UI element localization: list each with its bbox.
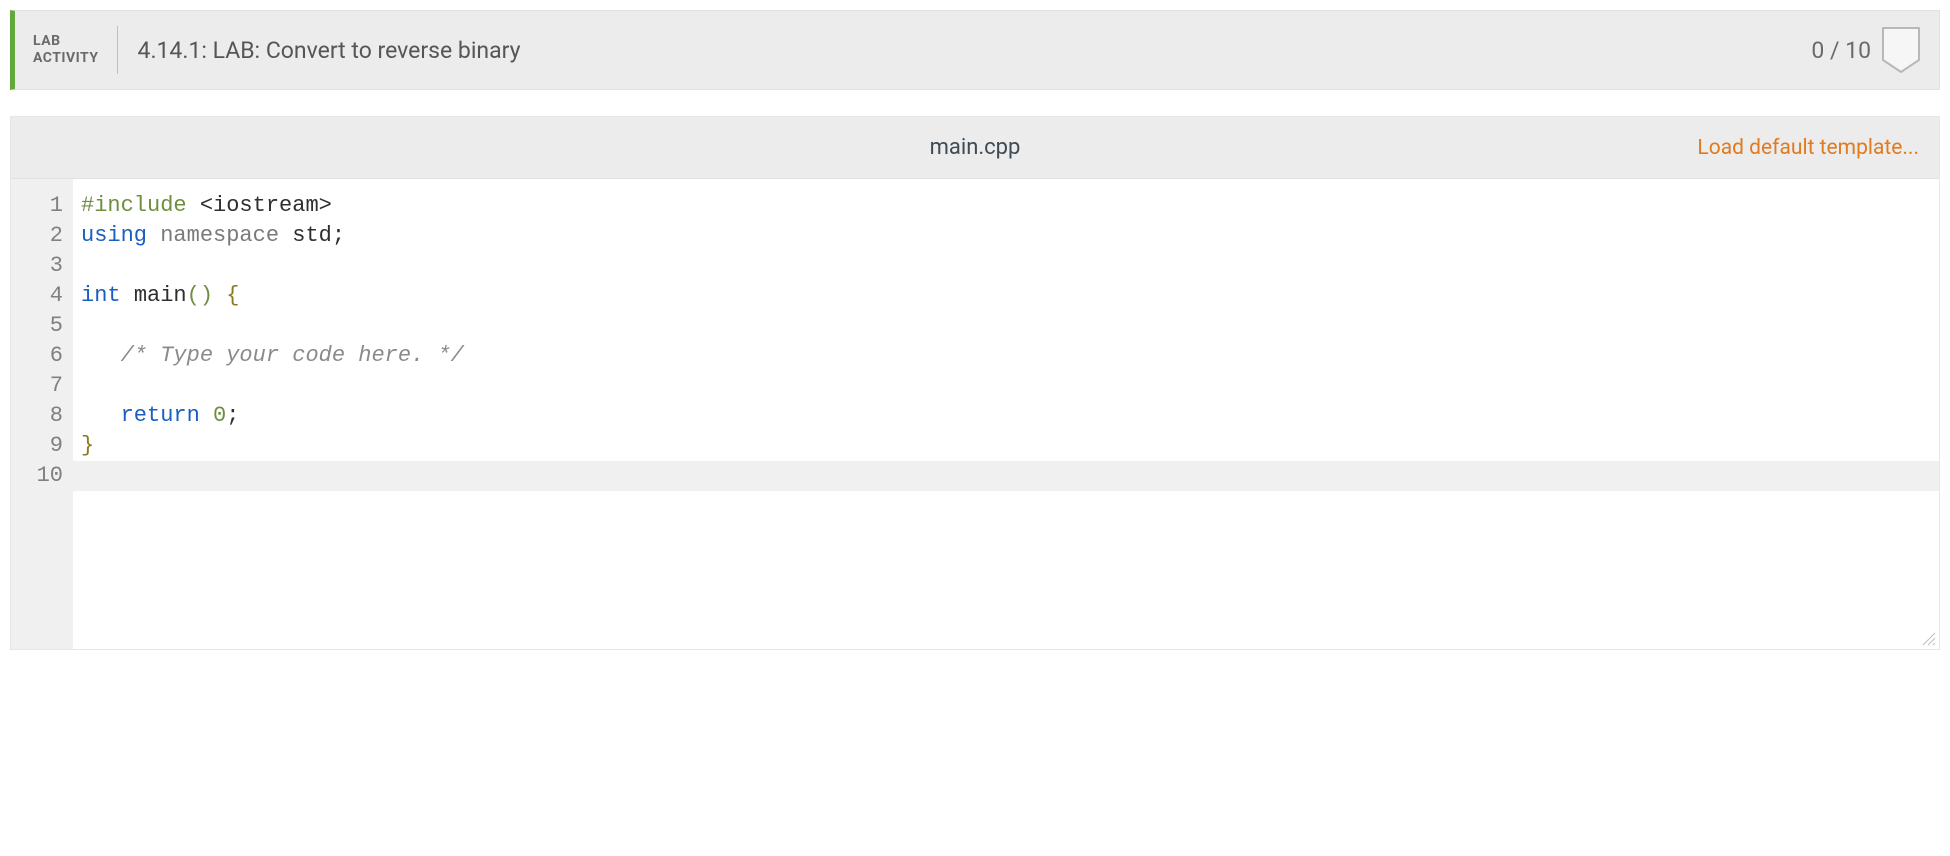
lab-title: 4.14.1: LAB: Convert to reverse binary — [118, 37, 1812, 64]
line-number: 7 — [11, 371, 63, 401]
editor-toolbar: main.cpp Load default template... — [11, 117, 1939, 179]
load-default-template-link[interactable]: Load default template... — [1697, 136, 1919, 160]
code-line[interactable]: using namespace std; — [81, 221, 1939, 251]
line-number: 2 — [11, 221, 63, 251]
code-line[interactable]: return 0; — [81, 401, 1939, 431]
code-line[interactable] — [81, 311, 1939, 341]
lab-activity-label: LAB ACTIVITY — [33, 26, 118, 74]
line-number: 1 — [11, 191, 63, 221]
lab-score: 0 / 10 — [1811, 37, 1881, 64]
line-number-gutter: 12345678910 — [11, 179, 73, 649]
line-number: 5 — [11, 311, 63, 341]
lab-label-line1: LAB — [33, 33, 99, 51]
code-line[interactable]: /* Type your code here. */ — [81, 341, 1939, 371]
code-line[interactable] — [81, 251, 1939, 281]
code-line[interactable] — [81, 371, 1939, 401]
line-number: 8 — [11, 401, 63, 431]
code-line[interactable]: #include <iostream> — [81, 191, 1939, 221]
code-line[interactable]: } — [81, 431, 1939, 461]
line-number: 10 — [11, 461, 63, 491]
code-line[interactable]: int main() { — [81, 281, 1939, 311]
editor-filename: main.cpp — [930, 135, 1021, 160]
active-line-highlight — [73, 461, 1939, 491]
resize-handle-icon[interactable] — [1921, 631, 1937, 647]
code-editor[interactable]: 12345678910 #include <iostream>using nam… — [11, 179, 1939, 649]
line-number: 9 — [11, 431, 63, 461]
lab-label-line2: ACTIVITY — [33, 50, 99, 68]
line-number: 3 — [11, 251, 63, 281]
lab-activity-container: LAB ACTIVITY 4.14.1: LAB: Convert to rev… — [0, 0, 1950, 650]
editor-panel: main.cpp Load default template... 123456… — [10, 116, 1940, 650]
code-area[interactable]: #include <iostream>using namespace std; i… — [73, 179, 1939, 649]
score-badge-icon — [1881, 26, 1921, 74]
lab-header: LAB ACTIVITY 4.14.1: LAB: Convert to rev… — [10, 10, 1940, 90]
line-number: 6 — [11, 341, 63, 371]
line-number: 4 — [11, 281, 63, 311]
